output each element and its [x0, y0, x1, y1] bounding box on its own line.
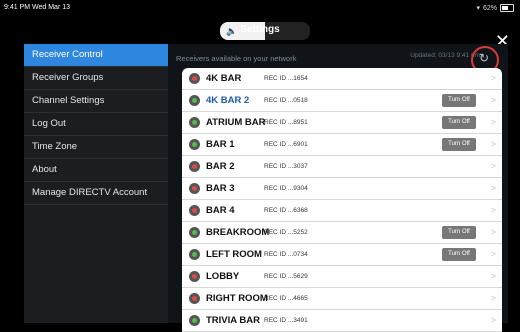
turn-off-button[interactable]: Turn Off: [442, 248, 476, 261]
receiver-name: ATRIUM BAR: [206, 117, 266, 128]
status-bar: 9:41 PM Wed Mar 13 ▾ 62%: [0, 0, 520, 14]
chevron-right-icon: >: [490, 315, 496, 325]
page-title: Settings: [240, 24, 280, 35]
receiver-id: REC ID ...5629: [264, 273, 308, 280]
power-on-indicator-icon: [189, 315, 200, 326]
chevron-right-icon: >: [490, 205, 496, 215]
sidebar-item-log-out[interactable]: Log Out: [24, 113, 168, 136]
power-on-indicator-icon: [189, 139, 200, 150]
power-off-indicator-icon: [189, 183, 200, 194]
wifi-icon: ▾: [476, 5, 480, 12]
receiver-name: TRIVIA BAR: [206, 315, 261, 326]
chevron-right-icon: >: [490, 139, 496, 149]
power-off-indicator-icon: [189, 271, 200, 282]
power-off-indicator-icon: [189, 205, 200, 216]
chevron-right-icon: >: [490, 117, 496, 127]
receiver-list: 4K BAR REC ID ...1654 >4K BAR 2 REC ID ...0…: [182, 68, 502, 332]
battery-fill: [502, 6, 509, 10]
chevron-right-icon: >: [490, 271, 496, 281]
receiver-name: BAR 2: [206, 161, 235, 172]
receiver-id: REC ID ...1654: [264, 75, 308, 82]
receiver-id: REC ID ...3037: [264, 163, 308, 170]
receiver-name: BREAKROOM: [206, 227, 270, 238]
receiver-row[interactable]: BREAKROOM REC ID ...5252 Turn Off >: [182, 222, 502, 244]
receiver-name: RIGHT ROOM: [206, 293, 268, 304]
power-off-indicator-icon: [189, 293, 200, 304]
battery-percent: 62%: [482, 4, 497, 12]
sidebar: Receiver Control Receiver Groups Channel…: [24, 44, 168, 323]
battery-icon: [500, 4, 514, 12]
receiver-row[interactable]: ATRIUM BAR REC ID ...8951 Turn Off >: [182, 112, 502, 134]
receiver-id: REC ID ...5252: [264, 229, 308, 236]
sidebar-item-about[interactable]: About: [24, 159, 168, 182]
power-off-indicator-icon: [189, 161, 200, 172]
chevron-right-icon: >: [490, 293, 496, 303]
receivers-header: Receivers available on your network: [176, 54, 297, 63]
turn-off-button[interactable]: Turn Off: [442, 138, 476, 151]
sidebar-item-time-zone[interactable]: Time Zone: [24, 136, 168, 159]
receiver-name: 4K BAR: [206, 73, 242, 84]
receiver-name: BAR 3: [206, 183, 235, 194]
receiver-row[interactable]: BAR 4 REC ID ...6368 >: [182, 200, 502, 222]
receiver-name: BAR 1: [206, 139, 235, 150]
receiver-row[interactable]: LOBBY REC ID ...5629 >: [182, 266, 502, 288]
chevron-right-icon: >: [490, 73, 496, 83]
receiver-name: BAR 4: [206, 205, 235, 216]
receiver-row[interactable]: 4K BAR REC ID ...1654 >: [182, 68, 502, 90]
power-on-indicator-icon: [189, 95, 200, 106]
chevron-right-icon: >: [490, 95, 496, 105]
turn-off-button[interactable]: Turn Off: [442, 226, 476, 239]
receiver-id: REC ID ...8951: [264, 119, 308, 126]
sidebar-item-receiver-groups[interactable]: Receiver Groups: [24, 67, 168, 90]
receiver-row[interactable]: RIGHT ROOM REC ID ...4665 >: [182, 288, 502, 310]
power-on-indicator-icon: [189, 117, 200, 128]
receiver-id: REC ID ...9304: [264, 185, 308, 192]
chevron-right-icon: >: [490, 227, 496, 237]
receiver-row[interactable]: BAR 3 REC ID ...9304 >: [182, 178, 502, 200]
receiver-row[interactable]: 4K BAR 2 REC ID ...0518 Turn Off >: [182, 90, 502, 112]
receiver-name: LEFT ROOM: [206, 249, 262, 260]
receiver-id: REC ID ...6901: [264, 141, 308, 148]
receiver-row[interactable]: LEFT ROOM REC ID ...0734 Turn Off >: [182, 244, 502, 266]
chevron-right-icon: >: [490, 249, 496, 259]
chevron-right-icon: >: [490, 161, 496, 171]
receiver-id: REC ID ...0518: [264, 97, 308, 104]
power-on-indicator-icon: [189, 227, 200, 238]
sidebar-item-receiver-control[interactable]: Receiver Control: [24, 44, 168, 67]
receiver-row[interactable]: BAR 1 REC ID ...6901 Turn Off >: [182, 134, 502, 156]
receiver-id: REC ID ...6368: [264, 207, 308, 214]
status-time: 9:41 PM Wed Mar 13: [4, 4, 71, 11]
receiver-id: REC ID ...0734: [264, 251, 308, 258]
turn-off-button[interactable]: Turn Off: [442, 94, 476, 107]
refresh-icon: ↻: [479, 51, 490, 65]
main-panel: Receivers available on your network Upda…: [168, 44, 508, 332]
chevron-right-icon: >: [490, 183, 496, 193]
receiver-id: REC ID ...4665: [264, 295, 308, 302]
receiver-row[interactable]: BAR 2 REC ID ...3037 >: [182, 156, 502, 178]
receiver-name: LOBBY: [206, 271, 240, 282]
receiver-name: 4K BAR 2: [206, 95, 250, 106]
power-off-indicator-icon: [189, 73, 200, 84]
power-on-indicator-icon: [189, 249, 200, 260]
updated-timestamp: Updated: 03/13 9:41 pm: [410, 52, 480, 59]
sidebar-item-manage-directv-account[interactable]: Manage DIRECTV Account: [24, 182, 168, 205]
sidebar-item-channel-settings[interactable]: Channel Settings: [24, 90, 168, 113]
status-indicators: ▾ 62%: [476, 4, 514, 12]
receiver-row[interactable]: TRIVIA BAR REC ID ...3491 >: [182, 310, 502, 332]
turn-off-button[interactable]: Turn Off: [442, 116, 476, 129]
